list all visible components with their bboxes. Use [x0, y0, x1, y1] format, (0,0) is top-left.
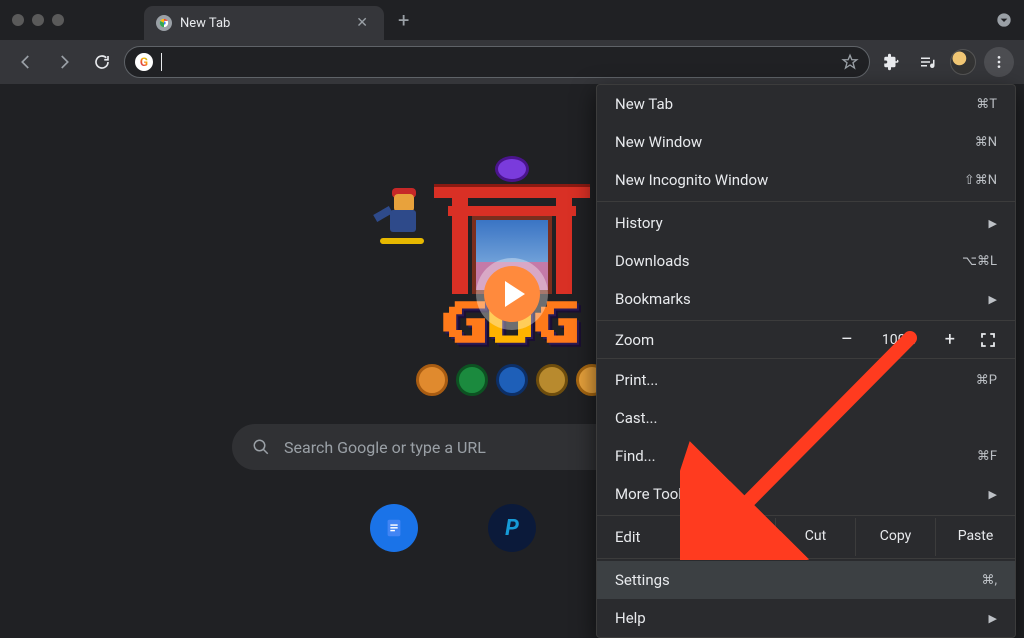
doodle-medals	[416, 364, 608, 396]
zoom-value: 100%	[877, 332, 921, 348]
tab-favicon	[156, 15, 172, 31]
shortcut-paypal[interactable]: P	[488, 504, 536, 552]
forward-button[interactable]	[48, 46, 80, 78]
menu-new-incognito[interactable]: New Incognito Window ⇧⌘N	[597, 161, 1015, 199]
menu-help[interactable]: Help ▶	[597, 599, 1015, 637]
text-cursor	[161, 53, 162, 71]
menu-cut[interactable]: Cut	[775, 518, 855, 556]
menu-print[interactable]: Print... ⌘P	[597, 361, 1015, 399]
chevron-right-icon: ▶	[989, 612, 997, 625]
media-control-icon[interactable]	[912, 47, 942, 77]
traffic-minimize[interactable]	[32, 14, 44, 26]
menu-more-tools[interactable]: More Tools ▶	[597, 475, 1015, 513]
browser-toolbar: G	[0, 40, 1024, 84]
traffic-zoom[interactable]	[52, 14, 64, 26]
profile-avatar[interactable]	[948, 47, 978, 77]
shortcut-google-docs[interactable]	[370, 504, 418, 552]
menu-separator	[597, 558, 1015, 559]
menu-button[interactable]	[984, 47, 1014, 77]
reload-button[interactable]	[86, 46, 118, 78]
doodle-play-button[interactable]	[476, 258, 548, 330]
window-titlebar: New Tab ✕ +	[0, 0, 1024, 40]
collapse-icon[interactable]	[996, 12, 1012, 28]
play-icon	[505, 281, 525, 307]
chevron-right-icon: ▶	[989, 293, 997, 306]
menu-copy[interactable]: Copy	[855, 518, 935, 556]
back-button[interactable]	[10, 46, 42, 78]
search-placeholder: Search Google or type a URL	[284, 438, 486, 457]
menu-zoom: Zoom – 100% +	[597, 323, 1015, 356]
zoom-in-button[interactable]: +	[939, 329, 961, 350]
zoom-out-button[interactable]: –	[835, 329, 859, 350]
menu-paste[interactable]: Paste	[935, 518, 1015, 556]
doodle-purple-orb	[495, 156, 529, 182]
menu-separator	[597, 515, 1015, 516]
tab-close-button[interactable]: ✕	[352, 15, 372, 31]
menu-find[interactable]: Find... ⌘F	[597, 437, 1015, 475]
menu-bookmarks[interactable]: Bookmarks ▶	[597, 280, 1015, 318]
menu-new-window[interactable]: New Window ⌘N	[597, 123, 1015, 161]
tab-title: New Tab	[180, 16, 352, 31]
omnibox-input[interactable]	[170, 54, 833, 70]
menu-separator	[597, 201, 1015, 202]
browser-tab[interactable]: New Tab ✕	[144, 6, 384, 40]
fullscreen-icon[interactable]	[979, 331, 997, 349]
bookmark-star-icon[interactable]	[841, 53, 859, 71]
address-bar[interactable]: G	[124, 46, 870, 78]
menu-history[interactable]: History ▶	[597, 204, 1015, 242]
traffic-lights	[12, 14, 64, 26]
traffic-close[interactable]	[12, 14, 24, 26]
doodle-skater-character	[380, 194, 430, 254]
google-icon: G	[135, 53, 153, 71]
extensions-icon[interactable]	[876, 47, 906, 77]
new-tab-button[interactable]: +	[384, 8, 423, 32]
chrome-menu: New Tab ⌘T New Window ⌘N New Incognito W…	[596, 84, 1016, 638]
menu-settings[interactable]: Settings ⌘,	[597, 561, 1015, 599]
menu-separator	[597, 320, 1015, 321]
menu-edit-label: Edit	[597, 518, 775, 556]
menu-separator	[597, 358, 1015, 359]
chevron-right-icon: ▶	[989, 488, 997, 501]
menu-cast[interactable]: Cast...	[597, 399, 1015, 437]
chevron-right-icon: ▶	[989, 217, 997, 230]
menu-edit-row: Edit Cut Copy Paste	[597, 518, 1015, 556]
menu-new-tab[interactable]: New Tab ⌘T	[597, 85, 1015, 123]
search-icon	[252, 438, 270, 456]
menu-downloads[interactable]: Downloads ⌥⌘L	[597, 242, 1015, 280]
